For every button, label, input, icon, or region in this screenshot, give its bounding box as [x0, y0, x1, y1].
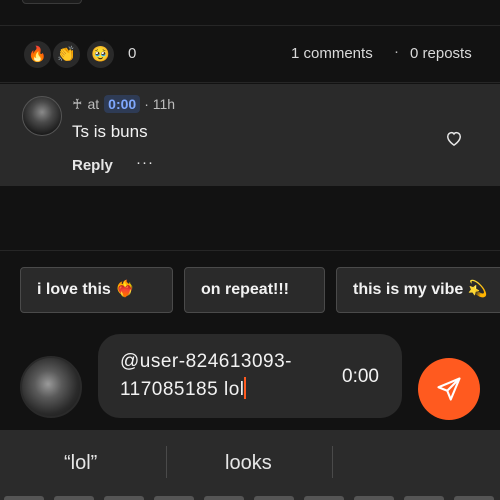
reply-button[interactable]: Reply	[72, 157, 113, 174]
holding-tears-emoji-icon[interactable]: 🥹	[85, 39, 116, 70]
previous-thumbnail[interactable]	[22, 0, 82, 4]
commenter-avatar[interactable]	[22, 96, 62, 136]
comment-input-value: @user-824613093-117085185 lol	[120, 351, 293, 400]
keyboard-key[interactable]	[154, 496, 194, 500]
fire-emoji-icon[interactable]: 🔥	[22, 39, 53, 70]
comment-text: Ts is buns	[72, 122, 148, 141]
suggestion-divider	[166, 446, 167, 478]
quick-reply-chip[interactable]: i love this ❤️‍🔥	[20, 267, 173, 313]
comment-input-text[interactable]: @user-824613093-117085185 lol	[120, 348, 330, 404]
timestamp-badge[interactable]: 0:00	[342, 366, 379, 388]
comment-item: ♰ at 0:00 · 11h Ts is buns Reply ···	[0, 84, 500, 186]
comment-age: · 11h	[144, 96, 176, 112]
more-options-button[interactable]: ···	[136, 154, 154, 171]
separator-dot: ·	[394, 43, 399, 60]
reaction-count: 0	[128, 45, 137, 62]
quick-reply-chip[interactable]: this is my vibe 💫	[336, 267, 500, 313]
at-label: at	[87, 96, 100, 112]
keyboard-keys-row	[0, 496, 500, 500]
user-avatar[interactable]	[20, 356, 82, 418]
keyboard-key[interactable]	[304, 496, 344, 500]
keyboard-key[interactable]	[54, 496, 94, 500]
keyboard-suggestion[interactable]: looks	[225, 452, 272, 475]
previous-post-edge	[0, 0, 500, 26]
send-icon	[437, 377, 461, 401]
keyboard-key[interactable]	[104, 496, 144, 500]
keyboard-suggestion-bar: “lol” looks	[0, 430, 500, 500]
send-button[interactable]	[418, 358, 480, 420]
keyboard-key[interactable]	[354, 496, 394, 500]
keyboard-key[interactable]	[404, 496, 444, 500]
comments-count[interactable]: 1 comments	[291, 45, 373, 62]
keyboard-suggestion[interactable]: “lol”	[64, 452, 97, 475]
quick-reply-chip[interactable]: on repeat!!!	[184, 267, 325, 313]
keyboard-key[interactable]	[4, 496, 44, 500]
keyboard-key[interactable]	[254, 496, 294, 500]
text-caret	[244, 377, 247, 399]
clap-emoji-icon[interactable]: 👏	[51, 39, 82, 70]
suggestion-divider	[332, 446, 333, 478]
reaction-bar: 🔥 👏 🥹 0 1 comments · 0 reposts	[0, 27, 500, 83]
keyboard-key[interactable]	[454, 496, 494, 500]
divider	[0, 250, 500, 251]
reposts-count[interactable]: 0 reposts	[410, 45, 472, 62]
comment-meta: ♰ at 0:00 · 11h	[72, 95, 175, 113]
comment-timestamp-link[interactable]: 0:00	[104, 95, 141, 113]
commenter-name[interactable]: ♰	[72, 96, 82, 113]
comment-input[interactable]: @user-824613093-117085185 lol 0:00	[98, 334, 402, 418]
heart-icon[interactable]	[444, 128, 464, 148]
keyboard-key[interactable]	[204, 496, 244, 500]
